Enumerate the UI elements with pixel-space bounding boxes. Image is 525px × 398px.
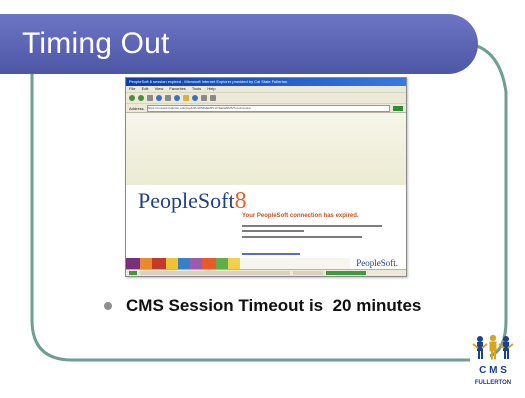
logo-line-2: FULLERTON	[475, 380, 511, 386]
footer-stripe	[178, 258, 190, 269]
footer-stripe	[216, 258, 228, 269]
stop-icon	[147, 95, 153, 101]
menu-item-tools: Tools	[191, 86, 202, 91]
forward-icon	[138, 95, 144, 101]
logo-line-1: C M S	[479, 365, 507, 376]
status-internet	[326, 271, 366, 275]
status-zone	[293, 271, 323, 275]
menu-item-edit: Edit	[141, 86, 149, 91]
menu-item-file: File	[129, 86, 136, 91]
people-figures-icon	[472, 334, 514, 360]
bullet-text: CMS Session Timeout is 20 minutes	[126, 296, 422, 315]
signin-link	[242, 253, 300, 255]
go-button	[393, 105, 403, 111]
favorites-icon	[183, 95, 189, 101]
peoplesoft-logo-text: PeopleSoft	[138, 188, 235, 213]
cms-fullerton-logo: C M S FULLERTON	[472, 334, 514, 386]
mail-icon	[201, 95, 207, 101]
footer-stripe	[140, 258, 152, 269]
peoplesoft-footer-logo: PeopleSoft.	[356, 258, 398, 268]
search-icon	[174, 95, 180, 101]
info-line-2	[242, 236, 362, 238]
refresh-icon	[156, 95, 162, 101]
browser-address-bar: Address https://cmsweb.fullerton.edu/psp…	[126, 103, 406, 113]
slide-title: Timing Out	[22, 27, 170, 60]
info-line-1	[242, 225, 382, 227]
footer-stripe	[202, 258, 216, 269]
footer-stripe	[190, 258, 202, 269]
media-icon	[192, 95, 198, 101]
status-text	[140, 271, 290, 275]
bullet-item: CMS Session Timeout is 20 minutes	[104, 296, 421, 316]
browser-page: PeopleSoft8 Your PeopleSoft connection h…	[126, 113, 406, 263]
status-icon	[129, 271, 137, 275]
page-header-band	[126, 113, 406, 185]
bullet-icon	[104, 302, 112, 310]
browser-toolbar	[126, 92, 406, 103]
menu-item-favorites: Favorites	[169, 86, 186, 91]
address-field: https://cmsweb.fullerton.edu/psp/HFULPRD…	[146, 104, 390, 112]
page-footer: PeopleSoft.	[126, 257, 406, 269]
info-line-1-cont	[242, 230, 304, 232]
browser-screenshot: PeopleSoft 8 session expired - Microsoft…	[125, 77, 407, 277]
footer-stripe	[240, 258, 350, 269]
footer-stripe	[152, 258, 166, 269]
footer-stripe	[166, 258, 178, 269]
peoplesoft-logo-version: 8	[234, 188, 247, 214]
browser-status-bar	[126, 269, 406, 276]
footer-stripe	[228, 258, 240, 269]
footer-stripe	[126, 258, 140, 269]
address-label: Address	[129, 105, 144, 111]
peoplesoft-logo: PeopleSoft8	[138, 188, 247, 215]
print-icon	[210, 95, 216, 101]
menu-item-view: View	[154, 86, 164, 91]
browser-title-bar: PeopleSoft 8 session expired - Microsoft…	[126, 78, 406, 86]
expired-message: Your PeopleSoft connection has expired.	[242, 213, 359, 219]
home-icon	[165, 95, 171, 101]
back-icon	[129, 95, 135, 101]
menu-item-help: Help	[207, 86, 216, 91]
